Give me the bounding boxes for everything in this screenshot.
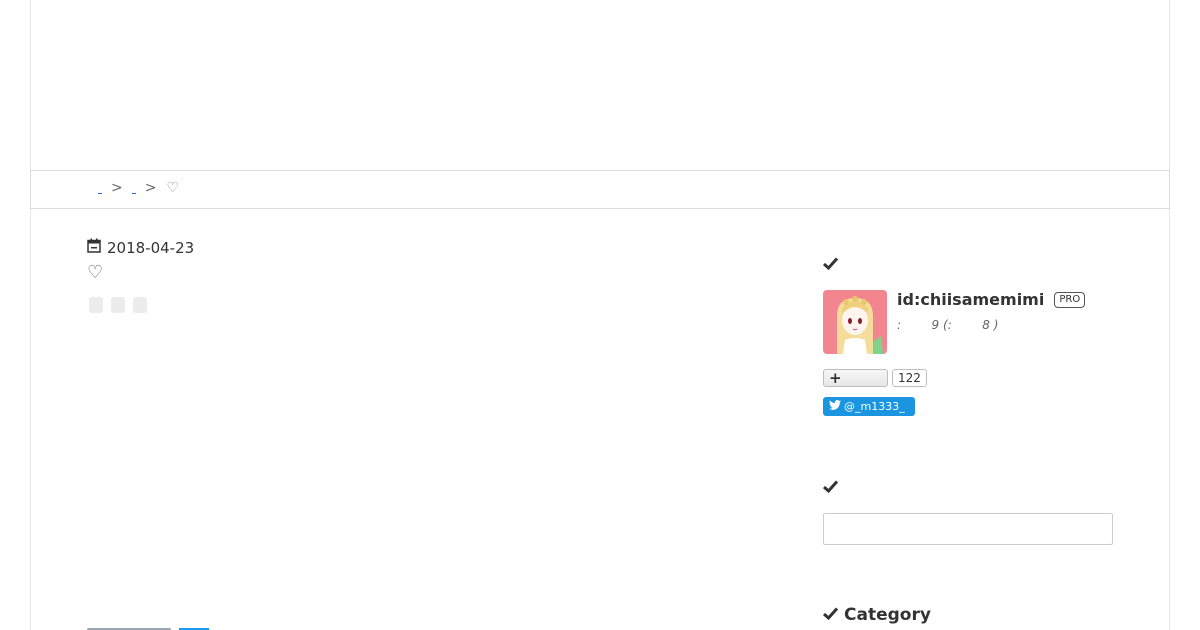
profile-id: id:chiisamemimi PRO bbox=[897, 290, 1086, 309]
twitter-handle: @_m1333_ bbox=[844, 400, 905, 413]
profile-meta: : 9 (: 8 ) bbox=[897, 318, 999, 332]
entry-title[interactable]: ♡ bbox=[87, 262, 103, 283]
breadcrumb-link-top[interactable] bbox=[97, 182, 103, 194]
category-title: Category bbox=[844, 605, 931, 625]
check-icon bbox=[823, 605, 839, 625]
breadcrumb: > > ♡ bbox=[95, 180, 179, 196]
breadcrumb-current: ♡ bbox=[166, 180, 180, 196]
breadcrumb-separator: > bbox=[111, 180, 123, 196]
share-button[interactable] bbox=[133, 297, 147, 313]
breadcrumb-link-category[interactable] bbox=[131, 182, 137, 194]
check-icon bbox=[823, 478, 839, 498]
category-heading: Category bbox=[823, 605, 931, 625]
pro-badge: PRO bbox=[1054, 291, 1086, 308]
follower-count: 122 bbox=[892, 369, 927, 387]
follow-row: + 122 bbox=[823, 369, 927, 387]
plus-icon: + bbox=[829, 369, 842, 387]
search-input[interactable] bbox=[823, 513, 1113, 545]
profile-heading bbox=[823, 255, 839, 275]
profile-id-link[interactable]: id:chiisamemimi bbox=[897, 290, 1044, 309]
share-button[interactable] bbox=[111, 297, 125, 313]
twitter-icon bbox=[829, 400, 841, 413]
breadcrumb-separator: > bbox=[144, 180, 157, 196]
breadcrumb-bar: > > ♡ bbox=[30, 170, 1170, 209]
twitter-follow-button[interactable]: @_m1333_ bbox=[823, 397, 915, 416]
share-buttons bbox=[89, 297, 147, 313]
follow-button[interactable]: + bbox=[823, 369, 888, 387]
entry-date[interactable]: 2018-04-23 bbox=[87, 238, 194, 257]
search-heading bbox=[823, 478, 839, 498]
share-button[interactable] bbox=[89, 297, 103, 313]
avatar[interactable] bbox=[823, 290, 887, 354]
calendar-icon bbox=[87, 238, 101, 257]
entry-date-text: 2018-04-23 bbox=[107, 238, 195, 257]
check-icon bbox=[823, 255, 839, 275]
